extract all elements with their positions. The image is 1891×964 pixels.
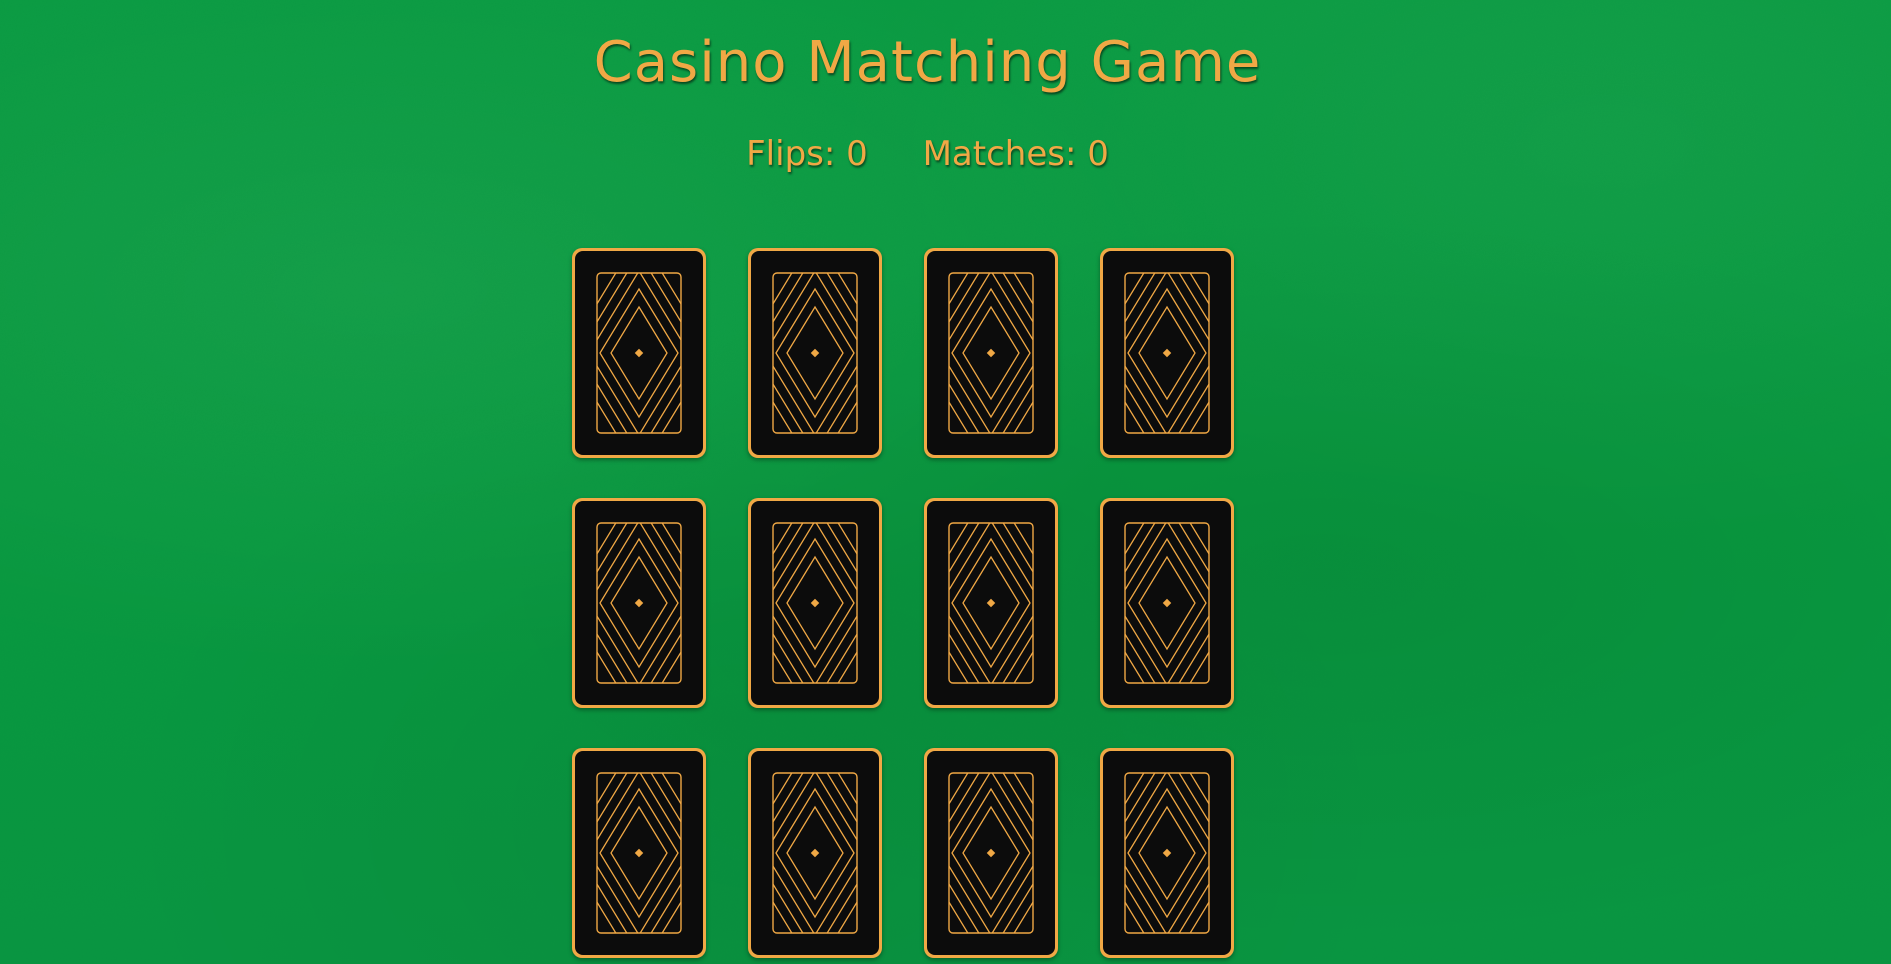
card-back [751, 501, 879, 705]
flips-counter: Flips: 0 [746, 134, 868, 174]
card[interactable] [572, 248, 706, 458]
card-back [927, 251, 1055, 455]
card-back-pattern-icon [948, 272, 1034, 434]
card-back-pattern-icon [1124, 772, 1210, 934]
card-back [575, 501, 703, 705]
card-back [751, 251, 879, 455]
page-title: Casino Matching Game [593, 30, 1262, 95]
card[interactable] [924, 248, 1058, 458]
card[interactable] [1100, 248, 1234, 458]
card-back-pattern-icon [596, 772, 682, 934]
card-back [1103, 751, 1231, 955]
card[interactable] [924, 498, 1058, 708]
card[interactable] [572, 748, 706, 958]
matches-counter: Matches: 0 [922, 134, 1109, 174]
card[interactable] [924, 748, 1058, 958]
card[interactable] [1100, 748, 1234, 958]
card[interactable] [748, 748, 882, 958]
card-back-pattern-icon [772, 772, 858, 934]
card-back [575, 251, 703, 455]
card-back [1103, 501, 1231, 705]
card-back [1103, 251, 1231, 455]
card-back-pattern-icon [772, 272, 858, 434]
card-back-pattern-icon [1124, 272, 1210, 434]
card[interactable] [748, 498, 882, 708]
card-back [927, 751, 1055, 955]
card[interactable] [572, 498, 706, 708]
card[interactable] [1100, 498, 1234, 708]
card-back [575, 751, 703, 955]
card[interactable] [748, 248, 882, 458]
score-bar: Flips: 0 Matches: 0 [0, 134, 1855, 174]
card-back-pattern-icon [596, 522, 682, 684]
card-back [751, 751, 879, 955]
card-back-pattern-icon [948, 522, 1034, 684]
card-back-pattern-icon [596, 272, 682, 434]
card-grid [572, 248, 1238, 958]
card-back-pattern-icon [948, 772, 1034, 934]
card-back [927, 501, 1055, 705]
card-back-pattern-icon [772, 522, 858, 684]
card-back-pattern-icon [1124, 522, 1210, 684]
